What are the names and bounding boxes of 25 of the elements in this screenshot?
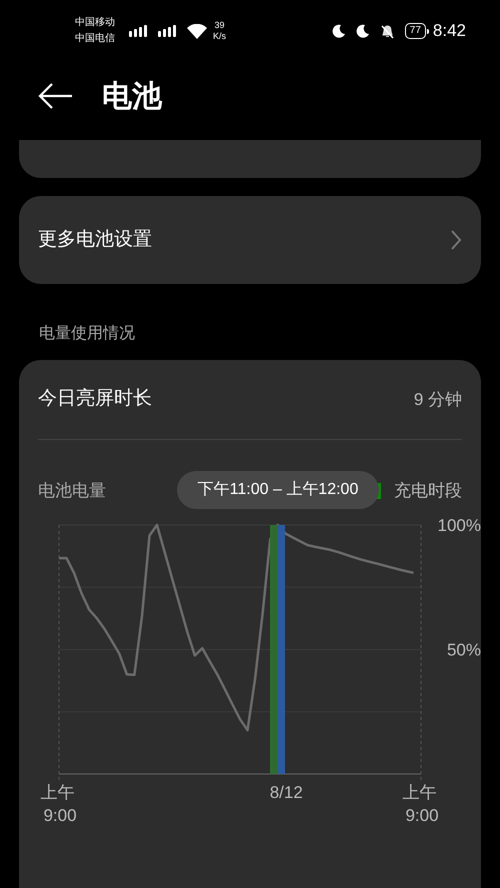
page-title: 电池: [102, 78, 162, 114]
moon-icon: [332, 24, 346, 38]
carrier-name: 中国电信: [75, 32, 115, 46]
section-label: 电量使用情况: [39, 324, 136, 344]
network-speed-unit: K/s: [213, 31, 226, 42]
legend-label: 充电时段: [394, 480, 462, 502]
network-speed: 39: [214, 20, 225, 31]
chart-tooltip: 下午11:00 – 上午12:00: [177, 471, 379, 509]
carrier-name: 中国移动: [75, 16, 115, 30]
moon-icon: [356, 24, 370, 38]
back-icon[interactable]: [38, 82, 74, 110]
x-tick-label: 8/12: [270, 783, 303, 802]
settings-row[interactable]: 更多电池设置: [19, 196, 481, 284]
y-tick-label: 100%: [438, 516, 481, 535]
x-tick-label: 上午 9:00: [40, 783, 77, 825]
clock-time: 8:42: [432, 20, 466, 42]
screen-time-value: 9 分钟: [414, 388, 462, 411]
muted-bell-icon: [380, 24, 395, 38]
chart-label: 电池电量: [38, 480, 106, 502]
y-tick-label: 50%: [446, 640, 481, 660]
chevron-icon: [450, 229, 462, 251]
battery-icon: 77: [404, 23, 429, 39]
screen-time-label: 今日亮屏时长: [38, 387, 153, 412]
wifi-icon: [187, 24, 207, 38]
x-tick-label: 上午 9:00: [402, 783, 439, 825]
